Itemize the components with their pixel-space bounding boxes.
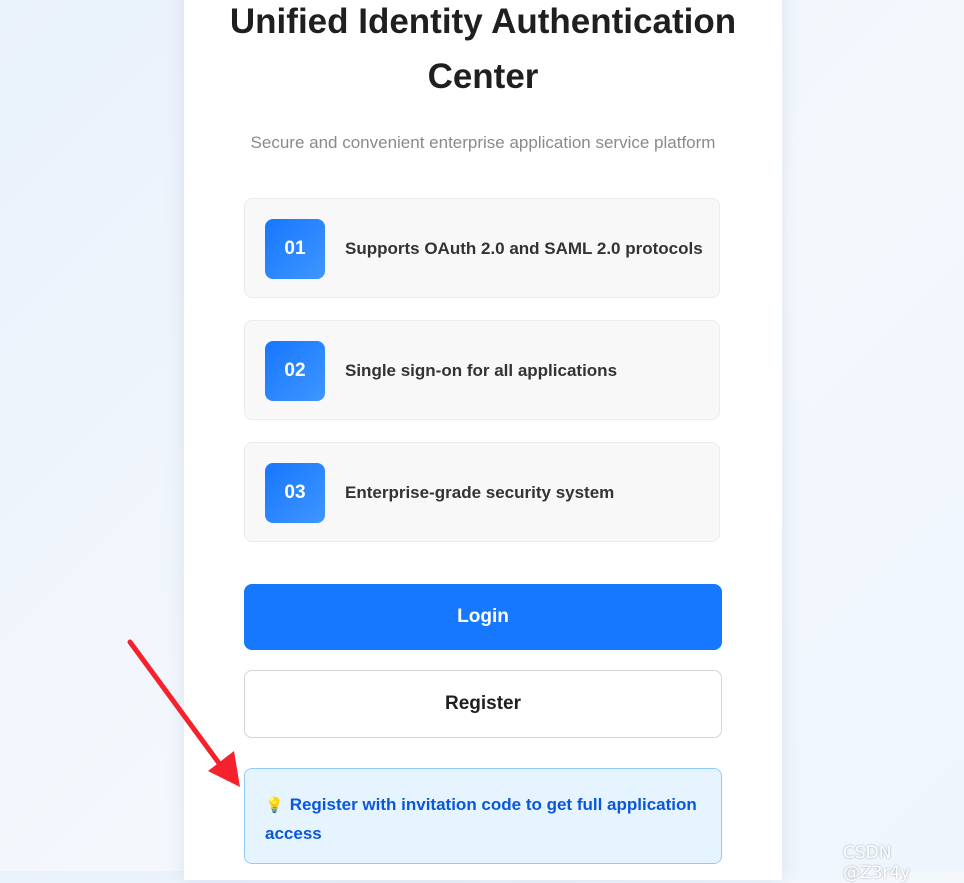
login-button[interactable]: Login (244, 584, 722, 650)
watermark: CSDN @Z3r4y (843, 843, 911, 883)
feature-text: Enterprise-grade security system (345, 483, 615, 502)
register-button[interactable]: Register (244, 670, 722, 738)
invitation-hint-banner: 💡 Register with invitation code to get fu… (244, 768, 722, 864)
page-title: Unified Identity Authentication Center (229, 2, 737, 96)
feature-number-badge: 03 (265, 463, 325, 523)
feature-item-sso: 02 Single sign-on for all applications (244, 320, 720, 420)
red-arrow-annotation-icon (127, 639, 240, 787)
auth-card: Unified Identity Authentication Center S… (184, 0, 782, 880)
page-subtitle: Secure and convenient enterprise applica… (250, 133, 716, 152)
feature-text: Supports OAuth 2.0 and SAML 2.0 protocol… (345, 239, 703, 258)
feature-text: Single sign-on for all applications (345, 361, 618, 380)
invitation-hint-text: Register with invitation code to get ful… (265, 795, 697, 843)
feature-item-oauth-saml: 01 Supports OAuth 2.0 and SAML 2.0 proto… (244, 198, 720, 298)
feature-number-badge: 01 (265, 219, 325, 279)
feature-number-badge: 02 (265, 341, 325, 401)
feature-item-security: 03 Enterprise-grade security system (244, 442, 720, 542)
lightbulb-icon: 💡 (265, 797, 284, 814)
